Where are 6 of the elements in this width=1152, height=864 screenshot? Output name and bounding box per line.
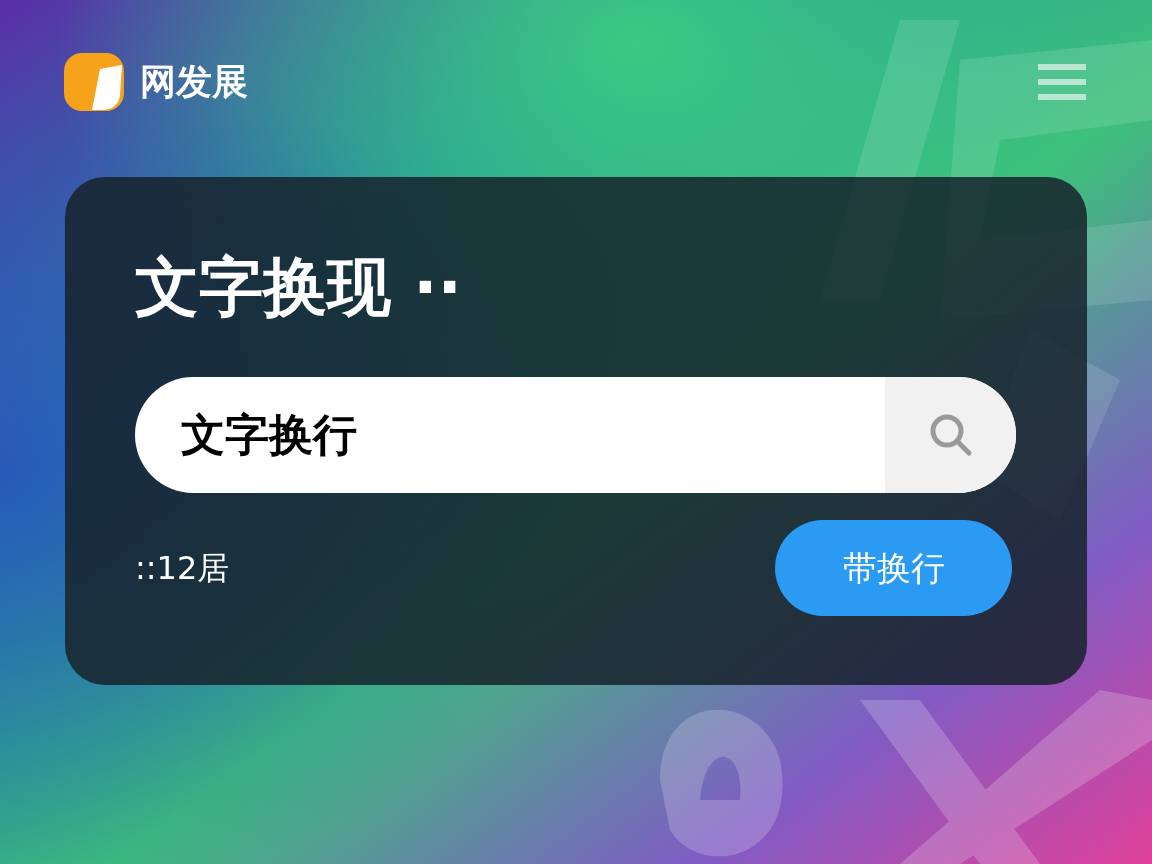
count-label: ::12居 [135, 548, 230, 589]
card-title: 文字换现 ·· [135, 249, 463, 326]
search-button[interactable] [885, 377, 1016, 493]
logo-icon [64, 53, 124, 111]
brand-name: 网发展 [140, 60, 248, 104]
search-icon [928, 413, 973, 457]
